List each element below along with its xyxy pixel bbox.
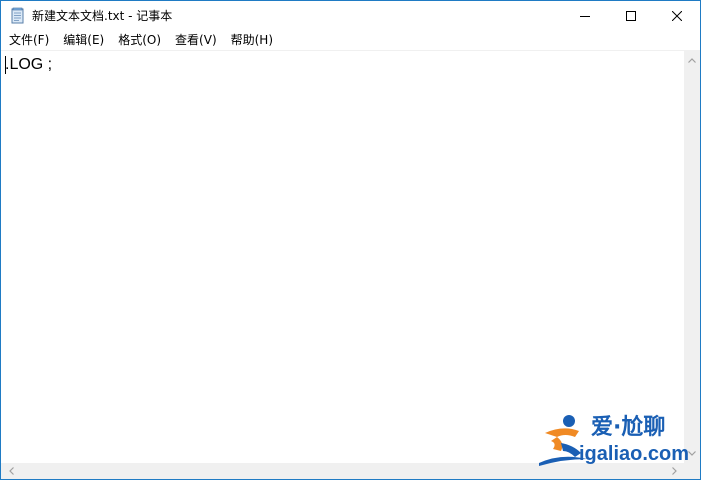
menu-file[interactable]: 文件(F) xyxy=(1,31,56,50)
arrow-up-icon[interactable] xyxy=(684,52,700,68)
minimize-icon xyxy=(580,11,590,21)
text-caret xyxy=(5,56,6,74)
maximize-icon xyxy=(626,11,636,21)
minimize-button[interactable] xyxy=(562,1,608,31)
editor-content[interactable]: .LOG ; xyxy=(5,55,52,75)
menu-bar: 文件(F) 编辑(E) 格式(O) 查看(V) 帮助(H) xyxy=(1,31,700,50)
window-title: 新建文本文档.txt - 记事本 xyxy=(32,9,173,23)
menu-view[interactable]: 查看(V) xyxy=(168,31,224,50)
watermark-title: 爱·尬聊 xyxy=(591,415,666,440)
menu-format[interactable]: 格式(O) xyxy=(111,31,168,50)
watermark-url: igaliao.com xyxy=(579,443,690,465)
menu-edit[interactable]: 编辑(E) xyxy=(56,31,111,50)
close-button[interactable] xyxy=(654,1,700,31)
text-editor[interactable]: .LOG ; xyxy=(1,50,684,463)
close-icon xyxy=(672,11,682,21)
menu-help[interactable]: 帮助(H) xyxy=(224,31,280,50)
notepad-window: 新建文本文档.txt - 记事本 文件(F) 编辑(E) 格式(O) 查看(V)… xyxy=(0,0,701,480)
watermark: 爱·尬聊 igaliao.com xyxy=(535,411,695,469)
title-bar[interactable]: 新建文本文档.txt - 记事本 xyxy=(1,1,700,31)
vertical-scrollbar[interactable] xyxy=(684,50,700,463)
notepad-icon[interactable] xyxy=(10,7,26,24)
maximize-button[interactable] xyxy=(608,1,654,31)
arrow-left-icon[interactable] xyxy=(3,463,19,479)
